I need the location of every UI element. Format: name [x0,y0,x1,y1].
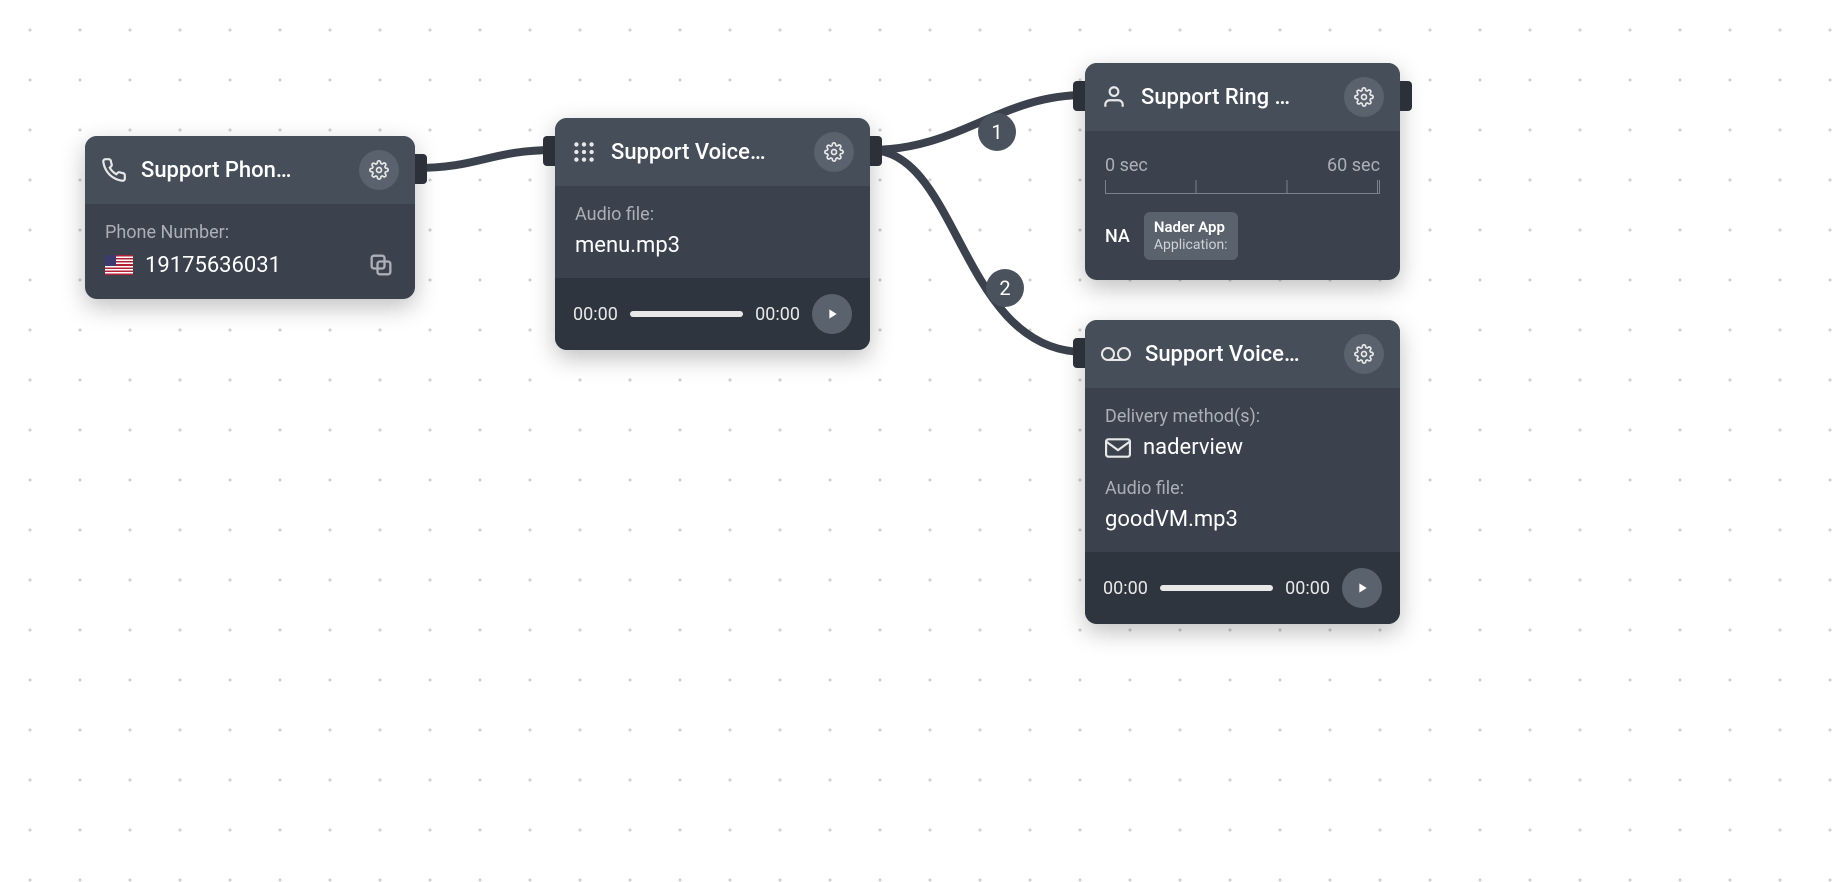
node-body: Audio file: menu.mp3 [555,186,870,278]
audio-file-value: goodVM.mp3 [1105,507,1238,532]
audio-file-label: Audio file: [575,204,850,225]
audio-file-value: menu.mp3 [575,233,680,258]
app-avatar-initials: NA [1105,226,1130,247]
node-title: Support Ring … [1141,85,1330,110]
time-total: 00:00 [755,304,800,325]
settings-button[interactable] [814,132,854,172]
play-icon [824,306,840,322]
app-name: Nader App [1154,218,1228,237]
phone-number-row: 19175636031 [105,251,395,279]
gear-icon [824,142,844,162]
mail-icon [1105,438,1131,458]
audio-file-label: Audio file: [1105,478,1380,499]
node-header: Support Phon… [85,136,415,204]
phone-icon [101,157,127,183]
connection-badge-2: 2 [986,269,1024,307]
time-current: 00:00 [573,304,618,325]
node-title: Support Voice… [1145,342,1330,367]
time-total: 00:00 [1285,578,1330,599]
time-current: 00:00 [1103,578,1148,599]
delivery-value: naderview [1143,435,1243,460]
person-icon [1101,84,1127,110]
audio-player: 00:00 00:00 [555,278,870,350]
badge-number: 1 [991,120,1002,144]
settings-button[interactable] [359,150,399,190]
delivery-label: Delivery method(s): [1105,406,1380,427]
app-tooltip: Nader App Application: [1144,212,1238,260]
node-title: Support Voice… [611,140,800,165]
time-ruler: 0 sec 60 sec [1105,155,1380,194]
phone-number-label: Phone Number: [105,222,395,243]
audio-file-row: goodVM.mp3 [1105,507,1380,532]
phone-number-value: 19175636031 [145,253,281,278]
play-icon [1354,580,1370,596]
node-body: Phone Number: 19175636031 [85,204,415,299]
node-title: Support Phon… [141,158,345,183]
application-row: NA Nader App Application: [1105,212,1380,260]
delivery-row: naderview [1105,435,1380,460]
play-button[interactable] [1342,568,1382,608]
audio-player: 00:00 00:00 [1085,552,1400,624]
gear-icon [1354,344,1374,364]
copy-button[interactable] [367,251,395,279]
audio-file-row: menu.mp3 [575,233,850,258]
node-support-ring[interactable]: Support Ring … 0 sec 60 sec NA Nader App… [1085,63,1400,280]
play-button[interactable] [812,294,852,334]
ruler-end-label: 60 sec [1327,155,1380,176]
gear-icon [1354,87,1374,107]
dialpad-icon [571,139,597,165]
badge-number: 2 [999,276,1010,300]
progress-track[interactable] [630,311,743,317]
node-header: Support Ring … [1085,63,1400,131]
connection-badge-1: 1 [978,113,1016,151]
voicemail-icon [1101,344,1131,364]
canvas-dot-grid [0,0,1838,882]
ruler-ticks [1105,180,1380,194]
node-header: Support Voice… [1085,320,1400,388]
node-body: Delivery method(s): naderview Audio file… [1085,388,1400,552]
gear-icon [369,160,389,180]
settings-button[interactable] [1344,77,1384,117]
node-support-phone[interactable]: Support Phon… Phone Number: 19175636031 [85,136,415,299]
us-flag-icon [105,255,133,275]
progress-track[interactable] [1160,585,1273,591]
app-sublabel: Application: [1154,237,1228,255]
ruler-start-label: 0 sec [1105,155,1148,176]
settings-button[interactable] [1344,334,1384,374]
node-support-voicemail[interactable]: Support Voice… Delivery method(s): nader… [1085,320,1400,624]
node-support-voice-menu[interactable]: Support Voice… Audio file: menu.mp3 00:0… [555,118,870,350]
node-body: 0 sec 60 sec NA Nader App Application: [1085,131,1400,280]
node-header: Support Voice… [555,118,870,186]
